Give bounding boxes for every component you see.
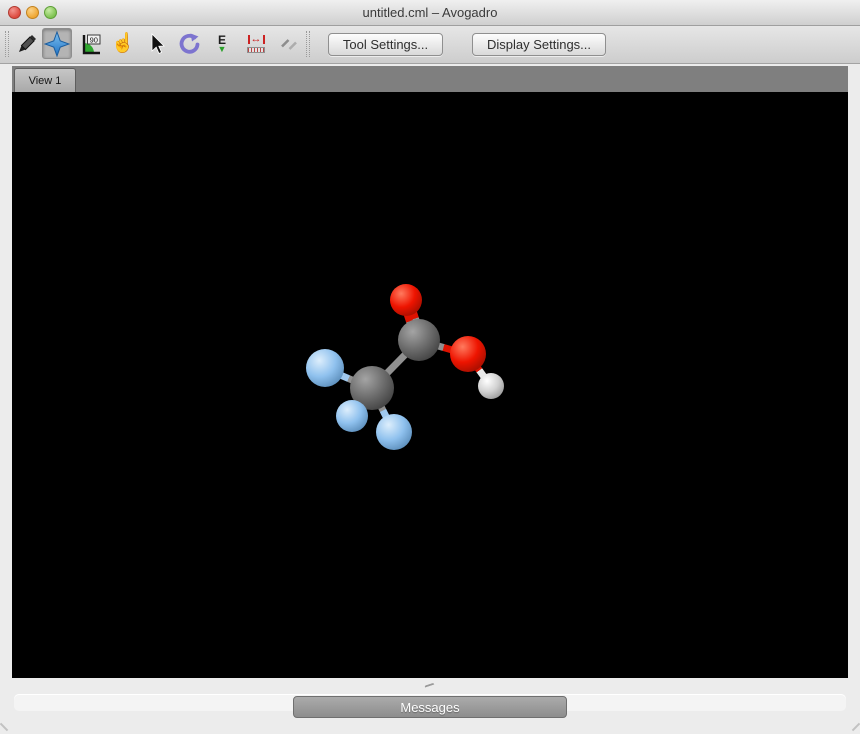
resize-grip-left[interactable] [0,723,8,731]
align-ruler-icon: ↔ [247,34,265,53]
toolbar-drag-handle[interactable] [5,31,9,57]
toolbar-separator [306,31,310,57]
bond-centric-tool-button[interactable] [274,28,304,59]
window-title: untitled.cml – Avogadro [0,0,860,25]
hand-icon: ☝ [111,34,135,53]
toolbar: 90 ☝ E ▼ ↔ [0,26,860,64]
measure-angle-icon: 90 [78,32,102,56]
atom-C[interactable] [398,319,440,361]
auto-optimize-tool-button[interactable]: E ▼ [207,28,237,59]
display-settings-button[interactable]: Display Settings... [472,33,606,56]
atom-O[interactable] [450,336,486,372]
align-tool-button[interactable]: ↔ [241,28,271,59]
measure-tool-button[interactable]: 90 [75,28,105,59]
viewport[interactable] [12,92,848,678]
energy-down-icon: E ▼ [218,34,227,54]
navigate-tool-button[interactable] [42,28,72,59]
select-tool-button[interactable] [141,28,171,59]
draw-tool-button[interactable] [12,28,42,59]
messages-button[interactable]: Messages [293,696,567,718]
ruler-icon [247,47,265,53]
splitter-handle[interactable] [424,683,435,692]
navigate-star-icon [44,31,70,57]
atom-F[interactable] [336,400,368,432]
title-bar: untitled.cml – Avogadro [0,0,860,26]
pencil-icon [15,32,39,56]
bond-ticks-icon [277,32,301,56]
auto-rotate-tool-button[interactable] [174,28,204,59]
avogadro-window: untitled.cml – Avogadro [0,0,860,734]
atom-F[interactable] [376,414,412,450]
atom-H[interactable] [478,373,504,399]
svg-text:90: 90 [90,35,98,44]
view-tab-bar: View 1 [12,66,848,93]
resize-grip-right[interactable] [852,723,860,731]
rotate-arrow-icon [177,32,201,56]
cursor-arrow-icon [144,32,168,56]
manipulate-tool-button[interactable]: ☝ [108,28,138,59]
atom-O[interactable] [390,284,422,316]
tool-settings-button[interactable]: Tool Settings... [328,33,443,56]
tab-view-1[interactable]: View 1 [14,68,76,92]
atom-F[interactable] [306,349,344,387]
